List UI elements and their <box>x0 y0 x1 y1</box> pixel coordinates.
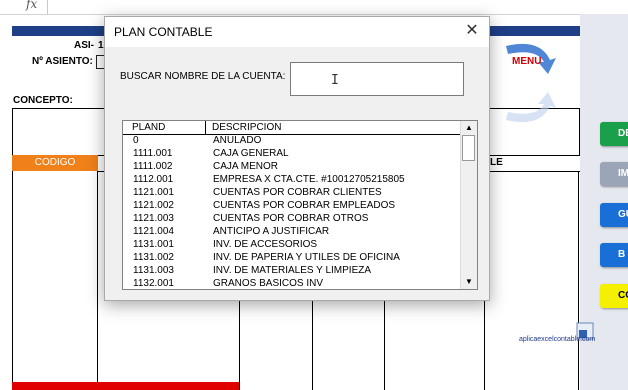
close-icon[interactable]: ✕ <box>455 17 489 47</box>
column-header-descripcion[interactable]: DESCRIPCION <box>212 122 281 133</box>
list-item[interactable]: 1131.001 INV. DE ACCESORIOS <box>123 239 461 252</box>
list-item[interactable]: 1131.003 INV. DE MATERIALES Y LIMPIEZA <box>123 265 461 278</box>
account-description: INV. DE PAPERIA Y UTILES DE OFICINA <box>213 252 400 263</box>
list-item[interactable]: 1112.001 EMPRESA X CTA.CTE. #100127052158… <box>123 174 461 187</box>
codigo-column-header: CODIGO <box>12 155 98 171</box>
scroll-thumb[interactable] <box>462 135 475 161</box>
grid-line <box>97 171 98 390</box>
text-cursor-icon: I <box>331 73 339 88</box>
asiento-prefix-label: ASI- <box>74 40 94 51</box>
scroll-up-icon[interactable]: ▲ <box>461 121 477 135</box>
num-asiento-label: Nº ASIENTO: <box>32 56 93 67</box>
menu-arrows-icon[interactable] <box>500 38 560 128</box>
account-description: CAJA GENERAL <box>213 148 289 159</box>
account-code: 0 <box>133 135 139 146</box>
column-divider <box>205 121 206 134</box>
account-description: INV. DE MATERIALES Y LIMPIEZA <box>213 265 372 276</box>
formula-bar-divider <box>47 0 48 14</box>
grid-line <box>578 171 579 390</box>
account-code: 1121.003 <box>133 213 174 224</box>
account-description: CAJA MENOR <box>213 161 279 172</box>
account-description: GRANOS BASICOS INV <box>213 278 324 289</box>
list-item[interactable]: 0 ANULADO <box>123 135 461 148</box>
account-code: 1111.002 <box>133 161 173 172</box>
account-code: 1121.002 <box>133 200 174 211</box>
list-item[interactable]: 1121.001 CUENTAS POR COBRAR CLIENTES <box>123 187 461 200</box>
account-description: ANULADO <box>213 135 262 146</box>
dialog-title: PLAN CONTABLE <box>114 25 213 39</box>
account-code: 1121.004 <box>133 226 174 237</box>
account-code: 1121.001 <box>133 187 174 198</box>
total-row-bar <box>12 382 239 390</box>
menu-label[interactable]: MENU <box>512 56 541 67</box>
concepto-label: CONCEPTO: <box>13 95 73 106</box>
account-code: 1111.001 <box>133 148 173 159</box>
list-item[interactable]: 1111.002 CAJA MENOR <box>123 161 461 174</box>
account-description: CUENTAS POR COBRAR CLIENTES <box>213 187 382 198</box>
account-list[interactable]: PLAND DESCRIPCION 0 ANULADO 1111.001 CAJA … <box>122 120 478 290</box>
scroll-down-icon[interactable]: ▼ <box>461 275 477 289</box>
fx-icon: fx <box>26 0 38 11</box>
column-header-pland[interactable]: PLAND <box>132 122 165 133</box>
right-button-2[interactable]: IM <box>600 162 628 186</box>
search-label: BUSCAR NOMBRE DE LA CUENTA: <box>120 71 286 82</box>
dialog-title-bar[interactable]: PLAN CONTABLE ✕ <box>105 17 489 47</box>
right-button-5[interactable]: CON <box>600 284 628 308</box>
account-code: 1132.001 <box>133 278 174 289</box>
account-code: 1131.001 <box>133 239 174 250</box>
right-button-4[interactable]: B <box>600 243 628 267</box>
list-item[interactable]: 1132.001 GRANOS BASICOS INV <box>123 278 461 289</box>
account-description: ANTICIPO A JUSTIFICAR <box>213 226 330 237</box>
account-code: 1131.002 <box>133 252 174 263</box>
list-item[interactable]: 1111.001 CAJA GENERAL <box>123 148 461 161</box>
list-header: PLAND DESCRIPCION <box>123 121 461 135</box>
list-item[interactable]: 1121.003 CUENTAS POR COBRAR OTROS <box>123 213 461 226</box>
list-item[interactable]: 1131.002 INV. DE PAPERIA Y UTILES DE OFIC… <box>123 252 461 265</box>
logo-text: aplicaexcelcontable.com <box>519 336 596 343</box>
search-input[interactable] <box>290 62 464 96</box>
account-description: CUENTAS POR COBRAR OTROS <box>213 213 369 224</box>
list-item[interactable]: 1121.004 ANTICIPO A JUSTIFICAR <box>123 226 461 239</box>
right-button-3[interactable]: GU <box>600 203 628 227</box>
list-item[interactable]: 1121.002 CUENTAS POR COBRAR EMPLEADOS <box>123 200 461 213</box>
formula-bar[interactable]: fx <box>0 0 628 15</box>
account-description: EMPRESA X CTA.CTE. #10012705215805 <box>213 174 405 185</box>
right-button-1[interactable]: DE <box>600 122 628 146</box>
account-description: INV. DE ACCESORIOS <box>213 239 318 250</box>
list-scrollbar[interactable]: ▲ ▼ <box>460 121 477 289</box>
column-header-partial: LE <box>490 157 503 168</box>
asiento-number: 1 <box>98 40 104 51</box>
grid-line <box>12 171 13 390</box>
account-description: CUENTAS POR COBRAR EMPLEADOS <box>213 200 396 211</box>
account-code: 1112.001 <box>133 174 174 185</box>
account-code: 1131.003 <box>133 265 174 276</box>
plan-contable-dialog: PLAN CONTABLE ✕ BUSCAR NOMBRE DE LA CUEN… <box>104 16 490 301</box>
